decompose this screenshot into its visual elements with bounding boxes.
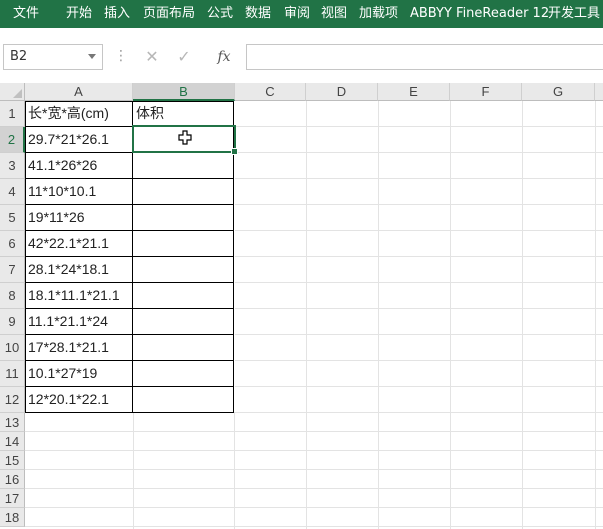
row-header-5[interactable]: 5 — [0, 205, 25, 231]
gridline — [25, 526, 603, 527]
gridline — [235, 386, 603, 387]
cell-b8[interactable] — [133, 283, 234, 309]
cell-a3[interactable]: 41.1*26*26 — [25, 153, 133, 179]
gridline — [25, 431, 603, 432]
column-header-f[interactable]: F — [450, 83, 522, 101]
cell-b10[interactable] — [133, 335, 234, 361]
cell-b4[interactable] — [133, 179, 234, 205]
check-icon[interactable]: ✓ — [172, 46, 196, 68]
tab-abbyy[interactable]: ABBYY FineReader 12 — [410, 0, 549, 28]
gridline — [235, 308, 603, 309]
row-header-12[interactable]: 12 — [0, 387, 25, 413]
row-header-16[interactable]: 16 — [0, 470, 25, 489]
row-header-7[interactable]: 7 — [0, 257, 25, 283]
cell-b7[interactable] — [133, 257, 234, 283]
cell-a5[interactable]: 19*11*26 — [25, 205, 133, 231]
gridline — [25, 488, 603, 489]
gridline — [595, 101, 596, 529]
gridline — [25, 469, 603, 470]
row-header-9[interactable]: 9 — [0, 309, 25, 335]
cell-a10[interactable]: 17*28.1*21.1 — [25, 335, 133, 361]
column-header-d[interactable]: D — [306, 83, 378, 101]
cell-b11[interactable] — [133, 361, 234, 387]
row-header-15[interactable]: 15 — [0, 451, 25, 470]
tab-page-layout[interactable]: 页面布局 — [143, 0, 195, 28]
row-header-4[interactable]: 4 — [0, 179, 25, 205]
cell-a12[interactable]: 12*20.1*22.1 — [25, 387, 133, 413]
fx-icon[interactable]: fx — [212, 46, 236, 68]
tab-home[interactable]: 开始 — [66, 0, 92, 28]
gridline — [378, 101, 379, 529]
column-header-a[interactable]: A — [25, 83, 133, 101]
column-header-h[interactable] — [595, 83, 603, 101]
row-header-11[interactable]: 11 — [0, 361, 25, 387]
fill-handle[interactable] — [231, 148, 238, 155]
tab-formulas[interactable]: 公式 — [207, 0, 233, 28]
row-header-2[interactable]: 2 — [0, 127, 25, 153]
gridline — [306, 101, 307, 529]
tab-review[interactable]: 审阅 — [284, 0, 310, 28]
formula-buttons: ✕ ✓ fx — [128, 44, 240, 70]
gridline — [235, 360, 603, 361]
row-header-6[interactable]: 6 — [0, 231, 25, 257]
gridline — [235, 334, 603, 335]
cell-a2[interactable]: 29.7*21*26.1 — [25, 127, 133, 153]
column-header-e[interactable]: E — [378, 83, 450, 101]
row-header-10[interactable]: 10 — [0, 335, 25, 361]
tab-file[interactable]: 文件 — [13, 0, 39, 28]
ribbon-tabs: 文件 开始 插入 页面布局 公式 数据 审阅 视图 加载项 ABBYY Fine… — [0, 0, 603, 28]
tab-developer[interactable]: 开发工具 — [548, 0, 600, 28]
gridline — [25, 450, 603, 451]
row-header-17[interactable]: 17 — [0, 489, 25, 508]
gridline — [235, 282, 603, 283]
cell-a8[interactable]: 18.1*11.1*21.1 — [25, 283, 133, 309]
close-icon[interactable]: ✕ — [140, 46, 164, 68]
row-header-13[interactable]: 13 — [0, 413, 25, 432]
row-header-3[interactable]: 3 — [0, 153, 25, 179]
gridline — [235, 152, 603, 153]
gridline — [450, 101, 451, 529]
column-header-c[interactable]: C — [235, 83, 306, 101]
name-box-value: B2 — [10, 49, 28, 64]
row-header-8[interactable]: 8 — [0, 283, 25, 309]
cell-a1[interactable]: 长*宽*高(cm) — [25, 101, 133, 127]
cross-cursor-icon — [178, 130, 192, 145]
cell-b9[interactable] — [133, 309, 234, 335]
cell-b5[interactable] — [133, 205, 234, 231]
more-icon[interactable]: ⋮ — [114, 48, 128, 64]
cell-a11[interactable]: 10.1*27*19 — [25, 361, 133, 387]
cell-b12[interactable] — [133, 387, 234, 413]
cell-b6[interactable] — [133, 231, 234, 257]
cell-a6[interactable]: 42*22.1*21.1 — [25, 231, 133, 257]
column-header-g[interactable]: G — [522, 83, 595, 101]
gridline — [235, 230, 603, 231]
column-header-b[interactable]: B — [133, 83, 235, 101]
gridline — [235, 178, 603, 179]
cell-a7[interactable]: 28.1*24*18.1 — [25, 257, 133, 283]
row-header-1[interactable]: 1 — [0, 101, 25, 127]
chevron-down-icon[interactable] — [88, 54, 96, 59]
gridline — [235, 126, 603, 127]
cell-b1[interactable]: 体积 — [133, 101, 234, 127]
gridline — [235, 256, 603, 257]
row-header-14[interactable]: 14 — [0, 432, 25, 451]
cell-a9[interactable]: 11.1*21.1*24 — [25, 309, 133, 335]
cell-a4[interactable]: 11*10*10.1 — [25, 179, 133, 205]
cell-b3[interactable] — [133, 153, 234, 179]
tab-data[interactable]: 数据 — [245, 0, 271, 28]
formula-bar: B2 ⋮ ✕ ✓ fx — [0, 28, 603, 83]
worksheet-grid[interactable]: A B C D E F G 1 2 3 4 5 6 7 8 9 10 11 12… — [0, 83, 603, 529]
gridline — [235, 204, 603, 205]
row-header-18[interactable]: 18 — [0, 508, 25, 527]
formula-input[interactable] — [246, 44, 603, 70]
tab-addins[interactable]: 加载项 — [359, 0, 398, 28]
select-all-corner[interactable] — [0, 83, 25, 101]
tab-view[interactable]: 视图 — [321, 0, 347, 28]
gridline — [25, 507, 603, 508]
tab-insert[interactable]: 插入 — [104, 0, 130, 28]
gridline — [522, 101, 523, 529]
name-box[interactable]: B2 — [3, 44, 103, 70]
